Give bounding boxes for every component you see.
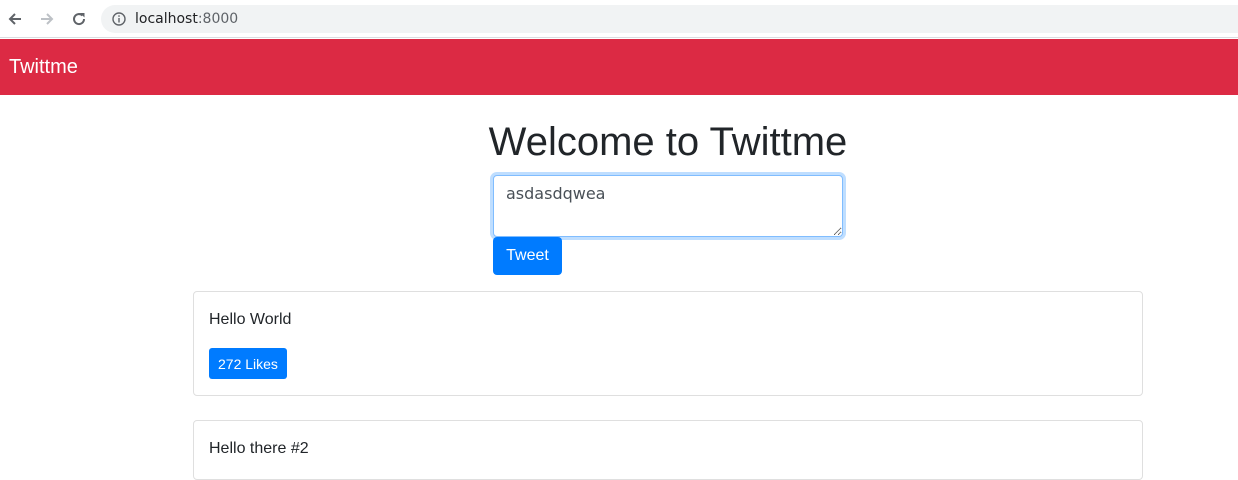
address-bar[interactable]: localhost:8000: [101, 5, 1238, 33]
navbar: Twittme: [0, 39, 1238, 95]
back-arrow-icon[interactable]: [3, 7, 27, 31]
forward-arrow-icon[interactable]: [35, 7, 59, 31]
tweet-content: Hello World: [209, 311, 292, 328]
tweet-button[interactable]: Tweet: [493, 237, 562, 275]
url-port: :8000: [197, 11, 239, 27]
info-icon[interactable]: [111, 11, 127, 27]
tweet-card: Hello there #2: [193, 420, 1143, 480]
tweet-card: Hello World 272 Likes: [193, 291, 1143, 396]
browser-toolbar: localhost:8000: [0, 0, 1238, 38]
page-title: Welcome to Twittme: [488, 120, 848, 164]
tweet-content: Hello there #2: [209, 440, 309, 457]
url-host: localhost: [135, 11, 198, 27]
tweet-input[interactable]: asdasdqwea: [493, 175, 843, 237]
brand-link[interactable]: Twittme: [9, 56, 78, 79]
tweet-form: asdasdqwea Tweet: [493, 175, 843, 275]
reload-icon[interactable]: [67, 7, 91, 31]
like-button[interactable]: 272 Likes: [209, 348, 287, 379]
